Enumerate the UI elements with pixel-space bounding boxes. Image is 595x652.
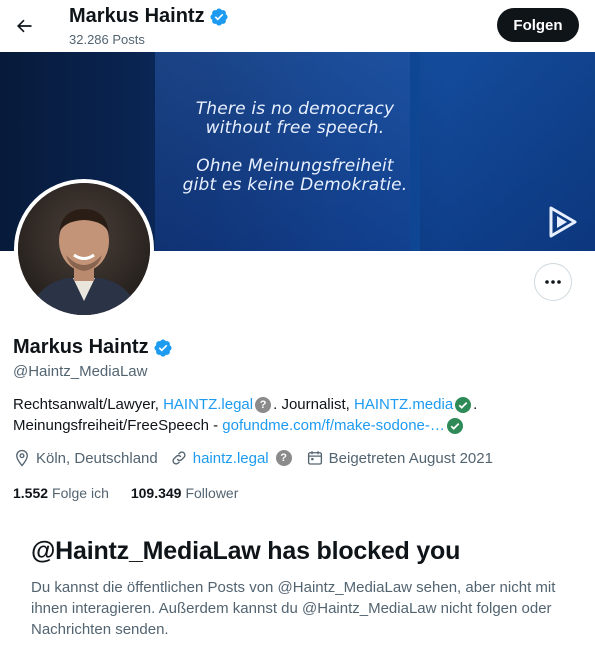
bio-line-2: Meinungsfreiheit/FreeSpeech - gofundme.c… (13, 416, 465, 436)
back-arrow-icon (17, 19, 32, 33)
calendar-icon (307, 451, 322, 465)
post-count: 32.286 Posts (69, 32, 145, 47)
blocked-message: Du kannst die öffentlichen Posts von @Ha… (31, 579, 556, 638)
link-icon (172, 451, 186, 465)
checkmark-icon (455, 397, 472, 413)
info-icon: ? (275, 450, 292, 466)
more-icon (545, 280, 561, 284)
verified-badge-icon[interactable] (153, 338, 173, 358)
following-link[interactable]: 1.552 Folge ich (13, 485, 109, 501)
location-icon (16, 449, 28, 467)
bio-link-haintz-media[interactable]: HAINTZ.media (354, 395, 453, 415)
play-logo-icon (549, 206, 577, 238)
more-options-button[interactable] (534, 263, 572, 301)
bio-line-1: Rechtsanwalt/Lawyer, HAINTZ.legal ? . Jo… (13, 395, 478, 415)
banner-quote-english: There is no democracy without free speec… (195, 99, 395, 138)
back-button[interactable] (10, 12, 38, 40)
bio-link-gofundme[interactable]: gofundme.com/f/make-sodone-… (222, 416, 445, 436)
location: Köln, Deutschland (13, 449, 158, 467)
header-title: Markus Haintz (69, 5, 229, 28)
verified-badge-icon (210, 7, 228, 26)
avatar[interactable] (14, 179, 154, 319)
profile-name: Markus Haintz (13, 336, 173, 359)
profile-meta: Köln, Deutschland haintz.legal ? Beigetr… (13, 449, 505, 467)
follow-button[interactable]: Folgen (497, 8, 579, 42)
join-date: Beigetreten August 2021 (306, 449, 493, 467)
checkmark-icon (446, 418, 463, 434)
bio-link-haintz-legal[interactable]: HAINTZ.legal (163, 395, 253, 415)
website: haintz.legal ? (170, 449, 294, 467)
follow-stats: 1.552 Folge ich 109.349 Follower (13, 485, 238, 501)
header-name: Markus Haintz (69, 5, 205, 27)
info-icon: ? (255, 397, 272, 413)
profile-handle: @Haintz_MediaLaw (13, 363, 148, 380)
followers-link[interactable]: 109.349 Follower (131, 485, 239, 501)
website-link[interactable]: haintz.legal (193, 450, 269, 467)
blocked-title: @Haintz_MediaLaw has blocked you (31, 537, 461, 565)
banner-quote-german: Ohne Meinungsfreiheit gibt es keine Demo… (182, 156, 408, 195)
